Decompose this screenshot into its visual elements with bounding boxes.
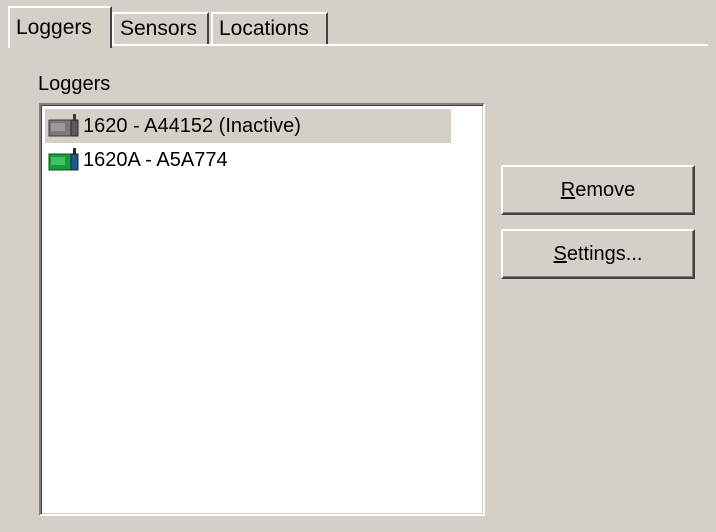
tab-sensors-label: Sensors bbox=[120, 17, 198, 40]
remove-button[interactable]: Remove bbox=[501, 165, 695, 215]
logger-item-text: 1620A - A5A774 bbox=[83, 149, 228, 171]
loggers-group-label: Loggers bbox=[38, 73, 111, 95]
logger-list-item[interactable]: 1620A - A5A774 bbox=[45, 143, 451, 177]
settings-button-mnemonic: S bbox=[553, 243, 567, 265]
tab-loggers[interactable]: Loggers bbox=[8, 6, 112, 48]
logger-list-item[interactable]: 1620 - A44152 (Inactive) bbox=[45, 109, 451, 143]
tab-panel-border bbox=[8, 44, 708, 46]
logger-icon bbox=[48, 148, 79, 171]
remove-button-mnemonic: R bbox=[560, 179, 576, 201]
tab-locations[interactable]: Locations bbox=[211, 12, 328, 46]
logger-item-text: 1620 - A44152 (Inactive) bbox=[83, 115, 301, 137]
tab-loggers-label: Loggers bbox=[16, 16, 92, 39]
settings-button-label: ettings... bbox=[566, 243, 643, 265]
tab-locations-label: Locations bbox=[219, 17, 309, 40]
logger-list[interactable]: 1620 - A44152 (Inactive) 1620A - A5A774 bbox=[39, 103, 485, 516]
remove-button-label: emove bbox=[575, 179, 636, 201]
logger-icon bbox=[48, 114, 79, 137]
tab-sensors[interactable]: Sensors bbox=[112, 12, 209, 46]
logger-list-items: 1620 - A44152 (Inactive) 1620A - A5A774 bbox=[45, 109, 479, 510]
settings-button[interactable]: Settings... bbox=[501, 229, 695, 279]
